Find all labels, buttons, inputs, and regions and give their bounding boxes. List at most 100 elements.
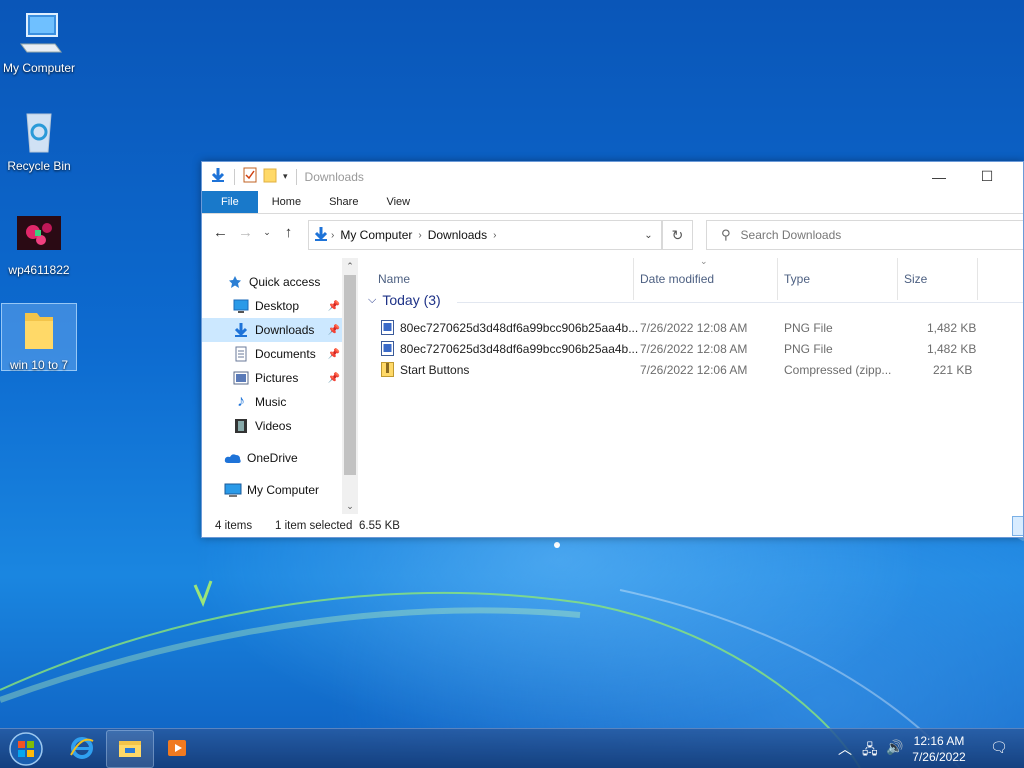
search-placeholder: Search Downloads <box>740 228 842 242</box>
file-date: 7/26/2022 12:08 AM <box>640 342 748 356</box>
customize-dropdown-icon[interactable]: ▾ <box>283 171 288 182</box>
file-row[interactable]: 80ec7270625d3d48df6a99bcc906b25aa4b... 7… <box>377 338 1023 359</box>
nav-item-pictures[interactable]: Pictures 📌 <box>202 366 342 390</box>
nav-item-label: Downloads <box>255 323 315 337</box>
forward-arrow-icon: → <box>238 223 253 241</box>
nav-item-videos[interactable]: Videos <box>202 414 342 438</box>
music-note-icon: ♪ <box>237 393 245 410</box>
navigation-pane: Quick access Desktop 📌 Downloads 📌 Docum… <box>202 258 358 508</box>
title-bar: ▾ Downloads — ☐ <box>202 162 1023 191</box>
taskbar-clock[interactable]: 12:16 AM 7/26/2022 <box>906 733 972 765</box>
refresh-button[interactable]: ↻ <box>663 220 693 250</box>
image-thumbnail-icon <box>15 212 63 260</box>
taskbar-internet-explorer[interactable] <box>58 730 106 768</box>
minimize-button[interactable]: — <box>915 162 963 191</box>
nav-item-label: Desktop <box>255 299 300 313</box>
search-icon: ⚲ <box>721 227 731 242</box>
computer-icon <box>15 10 63 58</box>
image-file-icon <box>381 320 394 335</box>
file-row[interactable]: 80ec7270625d3d48df6a99bcc906b25aa4b... 7… <box>377 317 1023 338</box>
tab-file[interactable]: File <box>202 191 258 213</box>
scrollbar-thumb[interactable] <box>344 275 356 475</box>
recent-locations-button[interactable]: ⌄ <box>258 218 276 246</box>
nav-item-label: My Computer <box>247 483 320 497</box>
new-folder-icon[interactable] <box>263 167 277 186</box>
column-header-date-modified[interactable]: Date modified ⌄ <box>634 256 778 300</box>
volume-icon[interactable]: 🔊 <box>886 739 903 756</box>
file-date: 7/26/2022 12:06 AM <box>640 363 748 377</box>
tab-home[interactable]: Home <box>258 191 315 213</box>
chevron-right-icon[interactable]: › <box>418 230 421 241</box>
download-arrow-icon <box>210 167 226 186</box>
back-arrow-icon: ← <box>213 223 228 241</box>
breadcrumb-my-computer[interactable]: My Computer <box>340 228 412 242</box>
desktop-icon <box>232 298 250 314</box>
chevron-down-icon: ⌄ <box>644 229 653 241</box>
tab-view[interactable]: View <box>372 191 424 213</box>
column-header-type[interactable]: Type <box>778 258 898 300</box>
group-divider <box>457 302 1023 303</box>
file-size: 1,482 KB <box>927 342 977 356</box>
forward-button[interactable]: → <box>233 218 258 246</box>
computer-icon <box>224 482 242 498</box>
pin-icon[interactable]: 📌 <box>328 373 340 384</box>
taskbar-media-player[interactable] <box>154 730 202 768</box>
file-row[interactable]: Start Buttons 7/26/2022 12:06 AM Compres… <box>377 359 1023 380</box>
status-item-count: 4 items <box>215 520 253 532</box>
breadcrumb-downloads[interactable]: Downloads <box>428 228 487 242</box>
chevron-right-icon[interactable]: › <box>331 230 334 241</box>
image-file-icon <box>381 341 394 356</box>
taskbar-file-explorer[interactable] <box>106 730 154 768</box>
file-size: 1,482 KB <box>927 321 977 335</box>
nav-pane-scrollbar[interactable]: ⌃ ⌄ <box>342 258 358 514</box>
column-header-size[interactable]: Size <box>898 258 978 300</box>
windows-orb-icon <box>9 732 43 766</box>
properties-check-icon[interactable] <box>243 167 257 186</box>
desktop-icon-wp4611822[interactable]: wp4611822 <box>1 212 77 277</box>
details-view-button[interactable] <box>1012 516 1023 536</box>
nav-item-desktop[interactable]: Desktop 📌 <box>202 294 342 318</box>
notification-icon[interactable]: 🗨 <box>990 739 1008 756</box>
show-hidden-icons-chevron-icon[interactable]: ︿ <box>838 739 852 759</box>
desktop-icon-recycle-bin[interactable]: Recycle Bin <box>1 108 77 173</box>
column-headers: Name Date modified ⌄ Type Size <box>372 256 1023 300</box>
nav-item-my-computer[interactable]: My Computer <box>202 478 342 502</box>
desktop-icon-my-computer[interactable]: My Computer <box>1 10 77 75</box>
search-box[interactable]: ⚲ Search Downloads <box>706 220 1023 250</box>
nav-item-music[interactable]: ♪ Music <box>202 390 342 414</box>
scroll-down-icon[interactable]: ⌄ <box>342 498 358 514</box>
start-button[interactable] <box>6 731 46 767</box>
maximize-button[interactable]: ☐ <box>963 162 1011 191</box>
column-header-label: Date modified <box>640 272 715 286</box>
nav-item-onedrive[interactable]: OneDrive <box>202 446 342 470</box>
pin-icon[interactable]: 📌 <box>328 349 340 360</box>
status-selection-size: 6.55 KB <box>359 520 400 532</box>
address-dropdown-button[interactable]: ⌄ <box>636 221 662 249</box>
nav-item-quick-access[interactable]: Quick access <box>202 270 342 294</box>
nav-item-label: Videos <box>255 419 292 433</box>
nav-item-documents[interactable]: Documents 📌 <box>202 342 342 366</box>
up-button[interactable]: ↑ <box>276 218 301 246</box>
up-arrow-icon: ↑ <box>284 223 293 241</box>
address-bar[interactable]: › My Computer › Downloads › ⌄ <box>308 220 663 250</box>
media-player-icon <box>166 736 190 763</box>
film-icon <box>232 418 250 434</box>
pictures-icon <box>232 370 250 386</box>
group-header-today[interactable]: ⌵ Today (3) <box>368 292 441 308</box>
file-name: Start Buttons <box>400 363 470 377</box>
tab-share[interactable]: Share <box>315 191 372 213</box>
zip-folder-icon <box>381 362 394 377</box>
chevron-right-icon[interactable]: › <box>493 230 496 241</box>
nav-item-downloads[interactable]: Downloads 📌 <box>202 318 342 342</box>
desktop-icon-label: Recycle Bin <box>7 159 71 173</box>
pin-icon[interactable]: 📌 <box>328 325 340 336</box>
desktop-icon-win-10-to-7[interactable]: win 10 to 7 <box>1 303 77 372</box>
pin-icon[interactable]: 📌 <box>328 301 340 312</box>
clock-date: 7/26/2022 <box>912 750 966 764</box>
quick-access-toolbar: ▾ <box>210 167 299 186</box>
download-arrow-icon <box>232 322 250 338</box>
back-button[interactable]: ← <box>208 218 233 246</box>
cloud-icon <box>224 450 242 466</box>
network-icon[interactable]: 🖧 <box>862 739 878 763</box>
scroll-up-icon[interactable]: ⌃ <box>342 258 358 274</box>
